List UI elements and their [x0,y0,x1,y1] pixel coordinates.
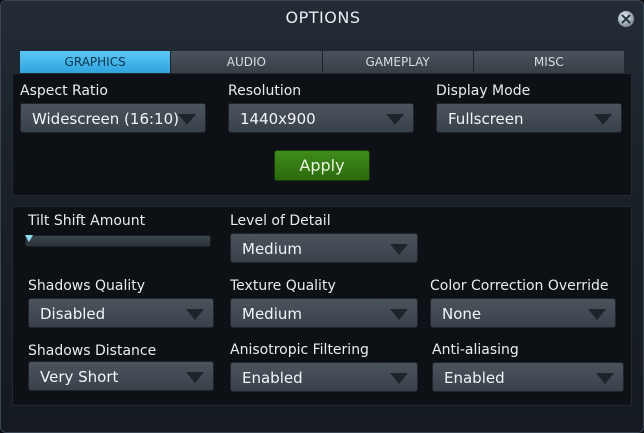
color-correction-value: None [442,305,482,323]
anisotropic-filtering-label: Anisotropic Filtering [230,342,369,358]
anti-aliasing-dropdown[interactable]: Enabled [432,362,624,392]
shadows-quality-label: Shadows Quality [28,278,146,294]
texture-quality-dropdown[interactable]: Medium [230,298,418,328]
options-window: OPTIONS GRAPHICS AUDIO GAMEPLAY MISC Asp… [0,0,644,433]
aspect-ratio-value: Widescreen (16:10) [32,110,179,128]
level-of-detail-dropdown[interactable]: Medium [230,233,418,263]
tab-bar: GRAPHICS AUDIO GAMEPLAY MISC [20,51,624,73]
aspect-ratio-label: Aspect Ratio [20,83,108,99]
chevron-down-icon [390,373,408,384]
tilt-shift-slider[interactable] [25,235,211,247]
tilt-shift-label: Tilt Shift Amount [28,213,146,229]
tab-audio[interactable]: AUDIO [171,51,323,73]
tab-graphics[interactable]: GRAPHICS [20,51,172,73]
apply-button[interactable]: Apply [274,150,370,181]
chevron-down-icon [390,244,408,255]
display-mode-dropdown[interactable]: Fullscreen [436,103,622,133]
anisotropic-filtering-dropdown[interactable]: Enabled [230,362,418,392]
chevron-down-icon [386,114,404,125]
chevron-down-icon [594,114,612,125]
resolution-dropdown[interactable]: 1440x900 [228,103,414,133]
close-button[interactable] [617,10,635,28]
close-icon [621,14,631,24]
chevron-down-icon [596,373,614,384]
color-correction-dropdown[interactable]: None [430,298,616,328]
texture-quality-value: Medium [242,305,302,323]
shadows-distance-label: Shadows Distance [28,343,157,359]
display-mode-label: Display Mode [436,83,531,99]
shadows-quality-dropdown[interactable]: Disabled [28,298,214,328]
color-correction-label: Color Correction Override [430,278,609,294]
tab-gameplay[interactable]: GAMEPLAY [322,51,474,73]
chevron-down-icon [588,309,606,320]
tab-misc[interactable]: MISC [473,51,624,73]
level-of-detail-label: Level of Detail [230,213,331,229]
chevron-down-icon [186,309,204,320]
chevron-down-icon [390,309,408,320]
display-mode-value: Fullscreen [448,110,524,128]
anti-aliasing-value: Enabled [444,369,505,387]
window-title: OPTIONS [285,8,361,27]
shadows-quality-value: Disabled [40,305,106,323]
resolution-value: 1440x900 [240,110,316,128]
shadows-distance-dropdown[interactable]: Very Short [28,361,214,391]
slider-handle[interactable] [25,235,33,242]
resolution-label: Resolution [228,83,302,99]
chevron-down-icon [178,114,196,125]
texture-quality-label: Texture Quality [230,278,336,294]
chevron-down-icon [186,372,204,383]
anisotropic-filtering-value: Enabled [242,369,303,387]
shadows-distance-value: Very Short [40,368,119,386]
anti-aliasing-label: Anti-aliasing [432,342,519,358]
aspect-ratio-dropdown[interactable]: Widescreen (16:10) [20,103,206,133]
level-of-detail-value: Medium [242,240,302,258]
